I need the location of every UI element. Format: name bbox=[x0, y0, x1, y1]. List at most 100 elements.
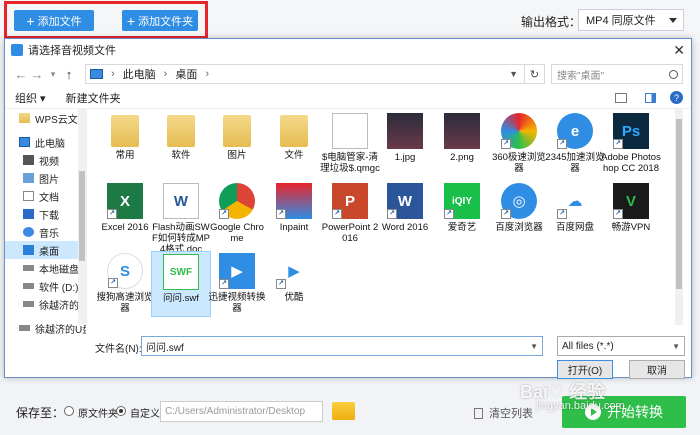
app-icon bbox=[11, 44, 23, 56]
file-item[interactable]: ◎ ↗ 百度浏览器 bbox=[489, 181, 549, 247]
sidebar-item[interactable]: 图片 bbox=[5, 169, 86, 187]
sidebar-item-label: 视频 bbox=[39, 156, 59, 168]
radio-source-folder[interactable] bbox=[64, 406, 74, 416]
file-name: 常用 bbox=[115, 150, 135, 161]
file-item[interactable]: V ↗ 畅游VPN bbox=[601, 181, 661, 247]
blank-file-icon bbox=[332, 113, 368, 149]
play-icon bbox=[585, 404, 601, 420]
sidebar-item-label: 此电脑 bbox=[35, 138, 65, 150]
dialog-toolbar: 组织 ▾ 新建文件夹 ? bbox=[5, 87, 691, 109]
file-item[interactable]: SWF 问问.swf bbox=[151, 251, 211, 317]
file-item[interactable]: ☁ ↗ 百度网盘 bbox=[545, 181, 605, 247]
view-options-icon[interactable] bbox=[615, 92, 627, 103]
file-item[interactable]: S ↗ 搜狗高速浏览器 bbox=[95, 251, 155, 317]
search-input[interactable]: 搜索"桌面" bbox=[551, 64, 683, 84]
filename-input[interactable]: 问问.swf ▼ bbox=[141, 336, 543, 356]
file-item[interactable]: P ↗ PowerPoint 2016 bbox=[320, 181, 380, 247]
scrollbar-thumb[interactable] bbox=[676, 119, 682, 289]
file-open-dialog: 请选择音视频文件 ✕ ← → ▾ ↑ › 此电脑 › 桌面 › ▼ ↻ 搜索"桌… bbox=[4, 38, 692, 379]
sogou-browser-icon: S ↗ bbox=[107, 253, 143, 289]
file-list-scrollbar[interactable] bbox=[675, 109, 683, 325]
filetype-select[interactable]: All files (*.*) ▼ bbox=[557, 336, 685, 356]
file-item[interactable]: 2.png bbox=[432, 111, 492, 177]
file-name: 畅游VPN bbox=[611, 222, 651, 233]
file-item[interactable]: ↗ 360极速浏览器 bbox=[489, 111, 549, 177]
file-item[interactable]: 常用 bbox=[95, 111, 155, 177]
sidebar-item[interactable]: 音乐 bbox=[5, 223, 86, 241]
file-item[interactable]: ↗ Google Chrome bbox=[207, 181, 267, 247]
cancel-button[interactable]: 取消 bbox=[629, 360, 685, 379]
shortcut-arrow-icon: ↗ bbox=[387, 209, 397, 219]
output-format-value: MP4 同原文件 bbox=[586, 15, 656, 27]
breadcrumb-sep: › bbox=[163, 68, 168, 80]
back-icon[interactable]: ← bbox=[13, 67, 29, 82]
swf-icon: SWF bbox=[163, 254, 199, 290]
chevron-down-icon[interactable]: ▼ bbox=[530, 342, 538, 351]
video-converter-icon: ▶ ↗ bbox=[219, 253, 255, 289]
sidebar-item[interactable]: 文档 bbox=[5, 187, 86, 205]
file-name: PowerPoint 2016 bbox=[321, 222, 379, 244]
file-name: 2.png bbox=[450, 152, 474, 163]
download-icon bbox=[23, 209, 34, 219]
output-path-input[interactable]: C:/Users/Administrator/Desktop bbox=[160, 401, 323, 422]
breadcrumb-root[interactable]: 此电脑 bbox=[123, 66, 156, 82]
file-item[interactable]: Ps ↗ Adobe Photoshop CC 2018 bbox=[601, 111, 661, 177]
refresh-icon[interactable]: ↻ bbox=[525, 64, 545, 84]
output-format-select[interactable]: MP4 同原文件 bbox=[578, 9, 684, 31]
address-bar[interactable]: › 此电脑 › 桌面 › ▼ bbox=[85, 64, 525, 84]
music-icon bbox=[23, 227, 34, 237]
recent-dropdown-icon[interactable]: ▾ bbox=[45, 69, 61, 80]
chevron-down-icon bbox=[669, 18, 677, 23]
up-icon[interactable]: ↑ bbox=[61, 67, 77, 82]
file-name: Adobe Photoshop CC 2018 bbox=[601, 152, 661, 174]
organize-menu[interactable]: 组织 ▾ bbox=[15, 90, 46, 106]
sidebar-scrollbar[interactable] bbox=[78, 109, 86, 325]
help-icon[interactable]: ? bbox=[670, 91, 683, 104]
file-item[interactable]: e ↗ 2345加速浏览器 bbox=[545, 111, 605, 177]
chevron-down-icon[interactable]: ▼ bbox=[509, 69, 518, 79]
file-item[interactable]: X ↗ Excel 2016 bbox=[95, 181, 155, 247]
radio-custom[interactable] bbox=[116, 406, 126, 416]
file-item[interactable]: W ↗ Word 2016 bbox=[375, 181, 435, 247]
new-folder-button[interactable]: 新建文件夹 bbox=[66, 90, 121, 106]
filetype-value: All files (*.*) bbox=[562, 340, 614, 352]
file-item[interactable]: W Flash动画SWF如何转成MP4格式.doc bbox=[151, 181, 211, 255]
sidebar-item[interactable]: 徐越济的U盘 bbox=[5, 319, 86, 337]
app-window: + 添加文件 + 添加文件夹 输出格式： MP4 同原文件 请选择音视频文件 ✕… bbox=[0, 0, 700, 435]
file-item[interactable]: ▶ ↗ 迅捷视频转换器 bbox=[207, 251, 267, 317]
vpn-icon: V ↗ bbox=[613, 183, 649, 219]
file-item[interactable]: $电脑管家-清理垃圾$.qmgc bbox=[320, 111, 380, 177]
file-item[interactable]: 1.jpg bbox=[375, 111, 435, 177]
sidebar-item[interactable]: 徐越济的U盘 bbox=[5, 295, 86, 313]
close-icon[interactable]: ✕ bbox=[673, 42, 685, 59]
file-item[interactable]: 文件 bbox=[264, 111, 324, 177]
open-button[interactable]: 打开(O) bbox=[557, 360, 613, 379]
file-name: 360极速浏览器 bbox=[492, 152, 546, 174]
sidebar-item[interactable]: 本地磁盘 (C bbox=[5, 259, 86, 277]
pc-icon bbox=[19, 137, 30, 147]
file-item[interactable]: ▶ ↗ 优酷 bbox=[264, 251, 324, 317]
sidebar-item[interactable]: 软件 (D:) bbox=[5, 277, 86, 295]
scrollbar-thumb[interactable] bbox=[79, 171, 85, 261]
shortcut-arrow-icon: ↗ bbox=[557, 209, 567, 219]
folder-icon[interactable] bbox=[332, 402, 355, 420]
sidebar-item[interactable]: 视频 bbox=[5, 151, 86, 169]
file-name: 软件 bbox=[171, 150, 191, 161]
clear-list-button[interactable]: 清空列表 bbox=[474, 405, 533, 421]
shortcut-arrow-icon: ↗ bbox=[276, 279, 286, 289]
forward-icon[interactable]: → bbox=[29, 67, 45, 82]
sidebar-item[interactable]: 桌面 bbox=[5, 241, 86, 259]
breadcrumb-current[interactable]: 桌面 bbox=[175, 66, 197, 82]
file-item[interactable]: 图片 bbox=[207, 111, 267, 177]
preview-pane-icon[interactable] bbox=[645, 92, 656, 103]
file-item[interactable]: iQIY ↗ 爱奇艺 bbox=[432, 181, 492, 247]
folder-icon bbox=[280, 115, 308, 147]
file-item[interactable]: 软件 bbox=[151, 111, 211, 177]
navigation-pane: WPS云文档此电脑视频图片文档下载音乐桌面本地磁盘 (C软件 (D:)徐越济的U… bbox=[5, 109, 87, 336]
sidebar-item[interactable]: 此电脑 bbox=[5, 133, 86, 151]
start-convert-button[interactable]: 开始转换 bbox=[562, 396, 686, 428]
word-doc-icon: W bbox=[163, 183, 199, 219]
sidebar-item[interactable]: WPS云文档 bbox=[5, 109, 86, 127]
file-item[interactable]: ↗ Inpaint bbox=[264, 181, 324, 247]
sidebar-item[interactable]: 下载 bbox=[5, 205, 86, 223]
